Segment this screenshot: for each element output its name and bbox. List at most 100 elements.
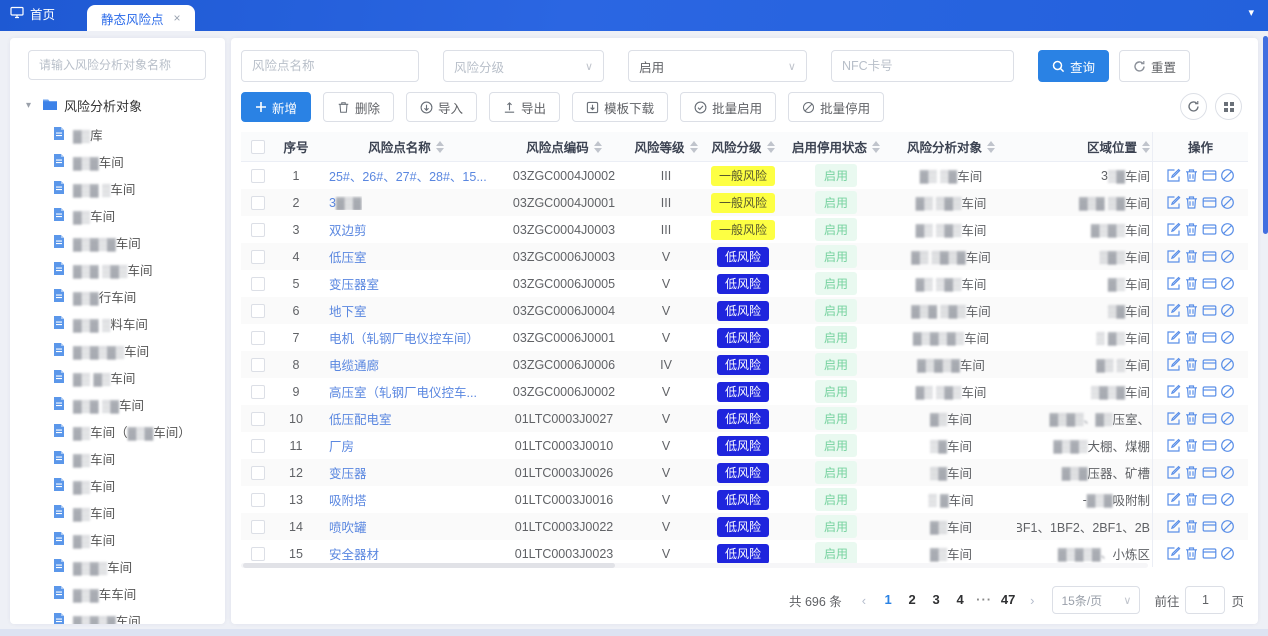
row-checkbox[interactable] xyxy=(251,358,265,372)
disable-icon[interactable] xyxy=(1220,384,1235,399)
delete-icon[interactable] xyxy=(1184,195,1199,210)
risk-point-link[interactable]: 地下室 xyxy=(329,301,367,320)
table-row[interactable]: 2 3▓▒▓ 03ZGC0004J0001 III 一般风险 启用 ▓▒ ▒▓▒… xyxy=(241,189,1152,216)
delete-icon[interactable] xyxy=(1184,222,1199,237)
table-row[interactable]: 4 低压室 03ZGC0006J0003 V 低风险 启用 ▓▒ ▒▓▒▓车间 … xyxy=(241,243,1152,270)
page-size-select[interactable]: 15条/页 ∨ xyxy=(1052,586,1140,614)
table-row[interactable]: 5 变压器室 03ZGC0006J0005 V 低风险 启用 ▓▒ ▒▓▒车间 … xyxy=(241,270,1152,297)
disable-icon[interactable] xyxy=(1220,465,1235,480)
tree-item-workshop[interactable]: ▓▒▓▒▓车间 xyxy=(10,607,225,624)
disable-icon[interactable] xyxy=(1220,276,1235,291)
edit-icon[interactable] xyxy=(1166,222,1181,237)
delete-icon[interactable] xyxy=(1184,519,1199,534)
disable-icon[interactable] xyxy=(1220,492,1235,507)
batch-enable-button[interactable]: 批量启用 xyxy=(680,92,776,122)
close-icon[interactable]: × xyxy=(174,11,181,25)
column-header-6[interactable]: 启用停用状态 xyxy=(787,132,885,161)
edit-icon[interactable] xyxy=(1166,438,1181,453)
risk-point-link[interactable]: 喷吹罐 xyxy=(329,517,367,536)
risk-point-link[interactable]: 高压室（轧钢厂电仪控车... xyxy=(329,382,477,401)
risk-grade-select[interactable]: 风险分级 ∨ xyxy=(443,50,604,82)
delete-icon[interactable] xyxy=(1184,357,1199,372)
table-row[interactable]: 7 电机（轧钢厂电仪控车间） 03ZGC0006J0001 V 低风险 启用 ▓… xyxy=(241,324,1152,351)
row-checkbox[interactable] xyxy=(251,520,265,534)
table-row[interactable]: 1 25#、26#、27#、28#、15... 03ZGC0004J0002 I… xyxy=(241,162,1152,189)
sort-icon[interactable] xyxy=(987,141,995,153)
sort-icon[interactable] xyxy=(690,141,698,153)
tree-item-workshop[interactable]: ▓▒▓ ▒▓▒车间 xyxy=(10,256,225,283)
table-row[interactable]: 12 变压器 01LTC0003J0026 V 低风险 启用 ▒▓车间 ▓▒▓压… xyxy=(241,459,1152,486)
export-button[interactable]: 导出 xyxy=(489,92,560,122)
row-checkbox[interactable] xyxy=(251,466,265,480)
risk-point-link[interactable]: 电缆通廊 xyxy=(329,355,379,374)
column-header-5[interactable]: 风险分级 xyxy=(699,132,787,161)
edit-icon[interactable] xyxy=(1166,195,1181,210)
row-checkbox[interactable] xyxy=(251,196,265,210)
risk-point-link[interactable]: 25#、26#、27#、28#、15... xyxy=(329,166,487,185)
table-row[interactable]: 8 电缆通廊 03ZGC0006J0006 IV 低风险 启用 ▓▒▓▒▓车间 … xyxy=(241,351,1152,378)
tree-item-workshop[interactable]: ▓▒▓车车间 xyxy=(10,580,225,607)
edit-icon[interactable] xyxy=(1166,519,1181,534)
row-checkbox[interactable] xyxy=(251,331,265,345)
risk-point-link[interactable]: 吸附塔 xyxy=(329,490,367,509)
card-icon[interactable] xyxy=(1202,195,1217,210)
tree-item-workshop[interactable]: ▓▒▓▒▓车间 xyxy=(10,229,225,256)
sort-icon[interactable] xyxy=(767,141,775,153)
table-row[interactable]: 14 喷吹罐 01LTC0003J0022 V 低风险 启用 ▓▒车间 1BF1… xyxy=(241,513,1152,540)
row-checkbox[interactable] xyxy=(251,277,265,291)
tree-item-workshop[interactable]: ▓▒车间 xyxy=(10,499,225,526)
tree-root[interactable]: ▾ 风险分析对象 xyxy=(10,92,225,121)
disable-icon[interactable] xyxy=(1220,546,1235,561)
risk-point-link[interactable]: 电机（轧钢厂电仪控车间） xyxy=(329,328,479,347)
page-number-1[interactable]: 1 xyxy=(876,587,900,613)
sort-icon[interactable] xyxy=(872,141,880,153)
risk-point-link[interactable]: 3▓▒▓ xyxy=(329,196,362,210)
card-icon[interactable] xyxy=(1202,330,1217,345)
analysis-object-search-input[interactable] xyxy=(28,50,206,80)
tab-static-risk-points[interactable]: 静态风险点 × xyxy=(87,5,195,31)
risk-point-link[interactable]: 安全器材 xyxy=(329,544,379,563)
tree-item-workshop[interactable]: ▓▒车间（▓▒▓车间） xyxy=(10,418,225,445)
delete-icon[interactable] xyxy=(1184,249,1199,264)
edit-icon[interactable] xyxy=(1166,465,1181,480)
column-header-8[interactable]: 区域位置 xyxy=(1017,132,1152,161)
page-number-2[interactable]: 2 xyxy=(900,587,924,613)
card-icon[interactable] xyxy=(1202,303,1217,318)
page-number-4[interactable]: 4 xyxy=(948,587,972,613)
add-button[interactable]: 新增 xyxy=(241,92,311,122)
tree-item-workshop[interactable]: ▓▒▓▒车间 xyxy=(10,553,225,580)
page-ellipsis[interactable]: ··· xyxy=(972,587,996,613)
risk-point-link[interactable]: 低压室 xyxy=(329,247,367,266)
risk-point-link[interactable]: 低压配电室 xyxy=(329,409,392,428)
delete-icon[interactable] xyxy=(1184,276,1199,291)
select-all-checkbox[interactable] xyxy=(251,140,265,154)
column-settings-button[interactable] xyxy=(1215,93,1242,120)
edit-icon[interactable] xyxy=(1166,276,1181,291)
card-icon[interactable] xyxy=(1202,357,1217,372)
row-checkbox[interactable] xyxy=(251,304,265,318)
delete-icon[interactable] xyxy=(1184,411,1199,426)
reset-button[interactable]: 重置 xyxy=(1119,50,1190,82)
chevron-down-icon[interactable]: ▾ xyxy=(1248,6,1254,19)
edit-icon[interactable] xyxy=(1166,492,1181,507)
sort-icon[interactable] xyxy=(594,141,602,153)
delete-icon[interactable] xyxy=(1184,168,1199,183)
disable-icon[interactable] xyxy=(1220,519,1235,534)
edit-icon[interactable] xyxy=(1166,357,1181,372)
card-icon[interactable] xyxy=(1202,411,1217,426)
disable-icon[interactable] xyxy=(1220,438,1235,453)
row-checkbox[interactable] xyxy=(251,412,265,426)
card-icon[interactable] xyxy=(1202,438,1217,453)
delete-icon[interactable] xyxy=(1184,330,1199,345)
sort-icon[interactable] xyxy=(1142,141,1150,153)
enable-status-select[interactable]: 启用 ∨ xyxy=(628,50,807,82)
batch-disable-button[interactable]: 批量停用 xyxy=(788,92,884,122)
vertical-scrollbar-thumb[interactable] xyxy=(1263,36,1268,234)
tree-item-workshop[interactable]: ▓▒库 xyxy=(10,121,225,148)
search-button[interactable]: 查询 xyxy=(1038,50,1109,82)
disable-icon[interactable] xyxy=(1220,330,1235,345)
row-checkbox[interactable] xyxy=(251,169,265,183)
nfc-card-input[interactable] xyxy=(831,50,1014,82)
table-row[interactable]: 10 低压配电室 01LTC0003J0027 V 低风险 启用 ▓▒车间 ▓▒… xyxy=(241,405,1152,432)
edit-icon[interactable] xyxy=(1166,384,1181,399)
